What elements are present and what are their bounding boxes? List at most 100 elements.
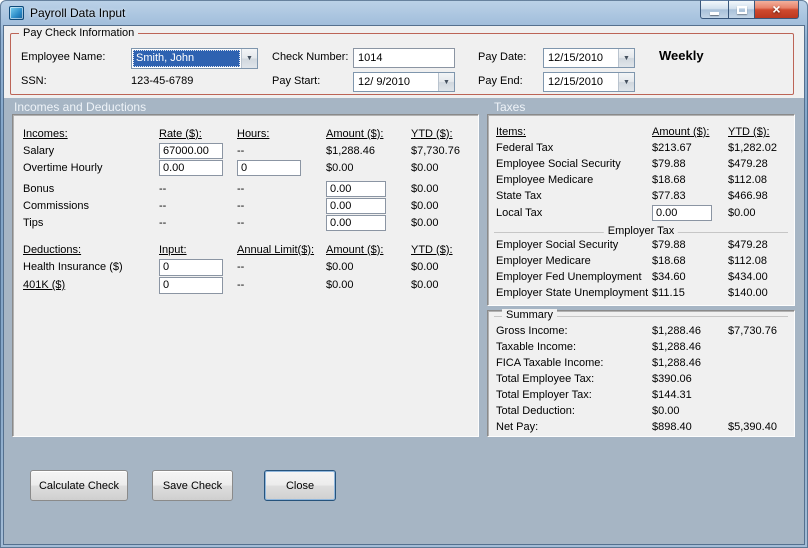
backdrop: Incomes and Deductions Taxes Incomes: Ra… — [4, 98, 804, 544]
check-number-input[interactable] — [353, 48, 455, 68]
summary-label: Total Employer Tax: — [496, 389, 592, 401]
dropdown-arrow-icon[interactable]: ▼ — [438, 73, 454, 91]
income-label: Commissions — [23, 199, 90, 212]
column-header: Deductions: — [23, 243, 82, 256]
pay-start-datepicker[interactable]: 12/ 9/2010 ▼ — [353, 72, 455, 92]
column-header: Rate ($): — [159, 127, 202, 140]
tax-ytd: $479.28 — [728, 239, 768, 251]
dropdown-arrow-icon[interactable]: ▼ — [241, 49, 257, 68]
tax-label: State Tax — [496, 190, 542, 202]
summary-label: Total Employee Tax: — [496, 373, 595, 385]
pay-date-value: 12/15/2010 — [548, 52, 604, 64]
income-row-salary: Salary -- $1,288.46 $7,730.76 — [13, 142, 478, 159]
tax-ytd: $479.28 — [728, 158, 768, 170]
k401-input[interactable] — [159, 276, 223, 294]
overtime-hours-input[interactable] — [237, 159, 301, 176]
close-icon: × — [772, 0, 781, 17]
commissions-amount-input[interactable] — [326, 197, 386, 214]
deduction-limit: -- — [237, 261, 245, 273]
tax-label: Local Tax — [496, 207, 543, 219]
column-header: Incomes: — [23, 127, 68, 140]
dropdown-arrow-icon[interactable]: ▼ — [618, 49, 634, 67]
summary-row-net-pay: Net Pay: $898.40 $5,390.40 — [488, 419, 794, 435]
window-controls: × — [700, 0, 799, 19]
tax-row: Federal Tax $213.67 $1,282.02 — [488, 140, 794, 156]
taxes-header-row: Items: Amount ($): YTD ($): — [488, 124, 794, 140]
pay-end-datepicker[interactable]: 12/15/2010 ▼ — [543, 72, 635, 92]
local-tax-input[interactable] — [652, 205, 712, 221]
deduction-row-health-insurance: Health Insurance ($) -- $0.00 $0.00 — [13, 258, 478, 276]
window-icon — [9, 6, 24, 20]
tax-row: Employer Social Security $79.88 $479.28 — [488, 237, 794, 253]
client-area: Pay Check Information Employee Name: Smi… — [4, 26, 804, 544]
employer-tax-group-line: Employer Tax — [494, 225, 788, 237]
incomes-header-row: Incomes: Rate ($): Hours: Amount ($): YT… — [13, 125, 478, 142]
tax-label: Federal Tax — [496, 142, 554, 154]
close-window-button[interactable]: × — [754, 0, 799, 19]
employee-name-combobox[interactable]: Smith, John ▼ — [131, 48, 258, 69]
income-label: Tips — [23, 216, 44, 229]
income-rate: -- — [159, 199, 167, 212]
tax-ytd: $466.98 — [728, 190, 768, 202]
salary-rate-input[interactable] — [159, 142, 223, 159]
column-header: YTD ($): — [728, 126, 770, 138]
calculate-check-button[interactable]: Calculate Check — [30, 470, 128, 501]
tips-amount-input[interactable] — [326, 214, 386, 231]
summary-row: Gross Income: $1,288.46 $7,730.76 — [488, 323, 794, 339]
pay-end-value: 12/15/2010 — [548, 76, 604, 88]
column-header: YTD ($): — [411, 127, 453, 140]
close-button[interactable]: Close — [264, 470, 336, 501]
tax-ytd: $434.00 — [728, 271, 768, 283]
tax-amount: $79.88 — [652, 158, 686, 170]
overtime-rate-input[interactable] — [159, 159, 223, 176]
deductions-header-row: Deductions: Input: Annual Limit($): Amou… — [13, 241, 478, 258]
income-label: Salary — [23, 144, 55, 157]
summary-group-label: Summary — [502, 309, 558, 321]
column-header: YTD ($): — [411, 243, 453, 256]
tax-row: Employer State Unemployment $11.15 $140.… — [488, 285, 794, 301]
taxes-panel: Items: Amount ($): YTD ($): Federal Tax … — [487, 114, 795, 306]
summary-row: Total Employer Tax: $144.31 — [488, 387, 794, 403]
tax-label: Employer Social Security — [496, 239, 619, 251]
income-rate: -- — [159, 182, 167, 195]
employer-tax-group-label: Employer Tax — [603, 225, 679, 237]
summary-label: Net Pay: — [496, 421, 539, 433]
summary-row: FICA Taxable Income: $1,288.46 — [488, 355, 794, 371]
summary-panel: Summary Gross Income: $1,288.46 $7,730.7… — [487, 309, 795, 437]
taxes-header: Taxes — [494, 100, 526, 114]
column-header: Items: — [496, 126, 526, 138]
health-insurance-input[interactable] — [159, 258, 223, 276]
summary-row: Total Employee Tax: $390.06 — [488, 371, 794, 387]
save-check-button[interactable]: Save Check — [152, 470, 233, 501]
pay-start-value: 12/ 9/2010 — [358, 76, 410, 88]
summary-label: Taxable Income: — [496, 341, 577, 353]
income-ytd: $7,730.76 — [411, 144, 460, 157]
tax-amount: $11.15 — [652, 287, 685, 299]
bonus-amount-input[interactable] — [326, 180, 386, 197]
income-hours: -- — [237, 199, 245, 212]
401k-link[interactable]: 401K ($) — [23, 279, 159, 291]
deduction-ytd: $0.00 — [411, 261, 439, 273]
pay-frequency-label: Weekly — [659, 48, 704, 63]
column-header: Amount ($): — [652, 126, 710, 138]
dropdown-arrow-icon[interactable]: ▼ — [618, 73, 634, 91]
incomes-deductions-panel: Incomes: Rate ($): Hours: Amount ($): YT… — [12, 114, 479, 437]
column-header: Hours: — [237, 127, 270, 140]
column-header: Annual Limit($): — [237, 243, 315, 256]
tax-label: Employee Social Security — [496, 158, 621, 170]
income-ytd: $0.00 — [411, 199, 439, 212]
income-ytd: $0.00 — [411, 182, 439, 195]
income-row-tips: Tips -- -- $0.00 — [13, 214, 478, 231]
titlebar[interactable]: Payroll Data Input × — [0, 0, 808, 26]
tax-amount: $79.88 — [652, 239, 686, 251]
summary-amount: $1,288.46 — [652, 357, 701, 369]
summary-amount: $144.31 — [652, 389, 692, 401]
minimize-button[interactable] — [700, 0, 729, 19]
pay-date-datepicker[interactable]: 12/15/2010 ▼ — [543, 48, 635, 68]
column-header: Amount ($): — [326, 243, 384, 256]
tax-label: Employee Medicare — [496, 174, 594, 186]
tax-amount: $77.83 — [652, 190, 686, 202]
summary-amount: $898.40 — [652, 421, 692, 433]
tax-row: State Tax $77.83 $466.98 — [488, 188, 794, 204]
maximize-button[interactable] — [728, 0, 755, 19]
